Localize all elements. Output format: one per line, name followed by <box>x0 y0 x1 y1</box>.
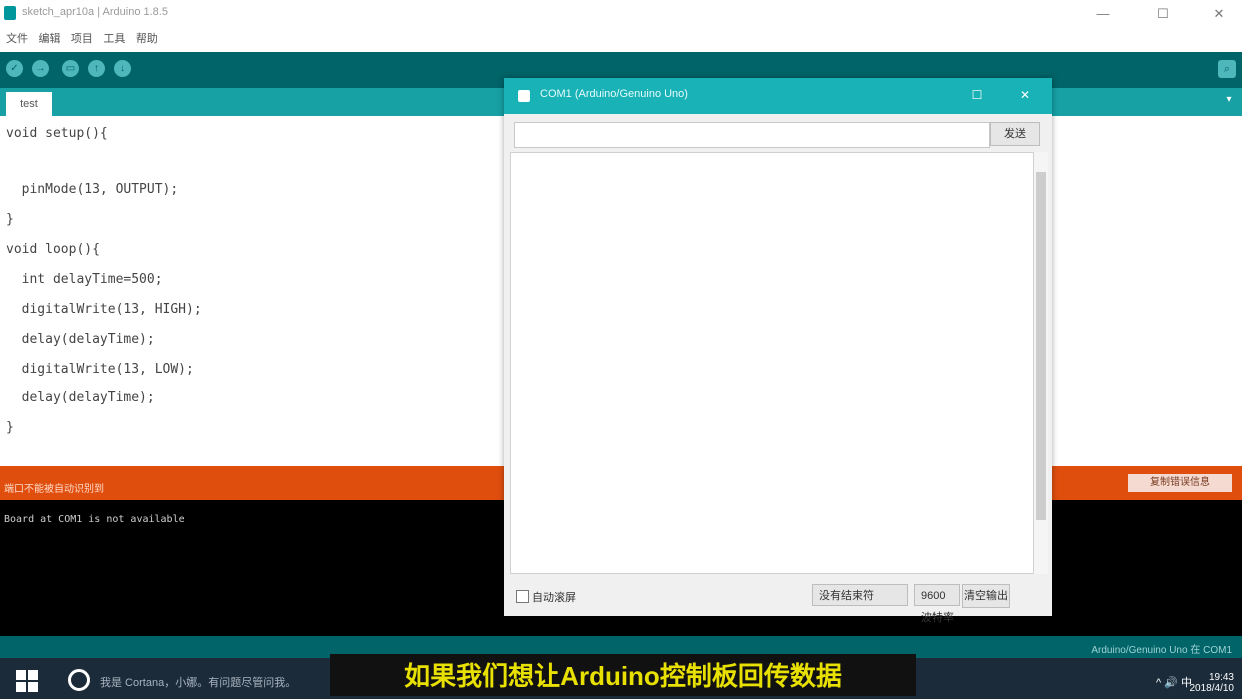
close-button[interactable]: ✕ <box>1204 4 1234 24</box>
system-tray-icons[interactable]: ^ 🔊 中 <box>1156 674 1192 690</box>
new-button[interactable]: ▭ <box>62 60 79 77</box>
windows-start-icon[interactable] <box>16 670 38 692</box>
code-line: } <box>6 420 14 435</box>
menu-help[interactable]: 帮助 <box>136 28 158 50</box>
console-line: Board at COM1 is not available <box>4 514 185 525</box>
tab-sketch[interactable]: test <box>6 92 52 116</box>
clock-time: 19:43 <box>1208 672 1234 683</box>
serial-send-button[interactable]: 发送 <box>990 122 1040 146</box>
open-button[interactable]: ↑ <box>88 60 105 77</box>
menu-file[interactable]: 文件 <box>6 28 28 50</box>
save-button[interactable]: ↓ <box>114 60 131 77</box>
serial-send-input[interactable] <box>514 122 990 148</box>
minimize-button[interactable]: — <box>1088 4 1118 24</box>
code-line: pinMode(13, OUTPUT); <box>6 182 179 197</box>
serial-monitor-title: COM1 (Arduino/Genuino Uno) <box>540 88 688 100</box>
code-line: delay(delayTime); <box>6 390 155 405</box>
serial-monitor-button[interactable]: ⌕ <box>1218 60 1236 78</box>
taskbar-search-box[interactable]: 我是 Cortana，小娜。有问题尽管问我。 <box>100 674 296 690</box>
serial-monitor-app-icon <box>518 90 530 102</box>
code-line: digitalWrite(13, LOW); <box>6 362 194 377</box>
window-title: sketch_apr10a | Arduino 1.8.5 <box>22 6 168 18</box>
cortana-icon[interactable] <box>68 669 90 691</box>
autoscroll-checkbox[interactable] <box>516 590 529 603</box>
clock-date: 2018/4/10 <box>1189 683 1235 694</box>
maximize-button[interactable]: ☐ <box>1148 4 1178 24</box>
code-line: int delayTime=500; <box>6 272 163 287</box>
autoscroll-label: 自动滚屏 <box>532 592 576 604</box>
scrollbar-thumb[interactable] <box>1036 172 1046 520</box>
upload-button[interactable]: → <box>32 60 49 77</box>
code-line: digitalWrite(13, HIGH); <box>6 302 202 317</box>
menu-tools[interactable]: 工具 <box>103 28 125 50</box>
clear-output-button[interactable]: 清空输出 <box>962 584 1010 608</box>
board-info: Arduino/Genuino Uno 在 COM1 <box>1091 645 1232 656</box>
menu-edit[interactable]: 编辑 <box>38 28 60 50</box>
serial-output-area[interactable] <box>510 152 1034 574</box>
serial-monitor-close-button[interactable]: ✕ <box>1014 86 1036 104</box>
window-titlebar: sketch_apr10a | Arduino 1.8.5 — ☐ ✕ <box>0 0 1242 28</box>
code-line: void loop(){ <box>6 242 100 257</box>
tab-menu-chevron-icon[interactable]: ▾ <box>1222 94 1236 108</box>
menu-bar: 文件 编辑 项目 工具 帮助 <box>0 28 1242 50</box>
video-subtitle: 如果我们想让Arduino控制板回传数据 <box>404 661 842 691</box>
verify-button[interactable]: ✓ <box>6 60 23 77</box>
baud-rate-select[interactable]: 9600 波特率 <box>914 584 960 624</box>
status-message: 端口不能被自动识别到 <box>4 484 104 495</box>
taskbar-clock[interactable]: 19:43 2018/4/10 <box>1190 672 1235 694</box>
menu-sketch[interactable]: 项目 <box>71 28 93 50</box>
serial-monitor-maximize-button[interactable]: ☐ <box>966 86 988 104</box>
code-line: } <box>6 212 14 227</box>
arduino-app-icon <box>4 6 16 20</box>
line-ending-select[interactable]: 没有结束符 <box>812 584 908 606</box>
copy-error-button[interactable]: 复制错误信息 <box>1128 474 1232 492</box>
code-line: delay(delayTime); <box>6 332 155 347</box>
code-line: void setup(){ <box>6 126 108 141</box>
